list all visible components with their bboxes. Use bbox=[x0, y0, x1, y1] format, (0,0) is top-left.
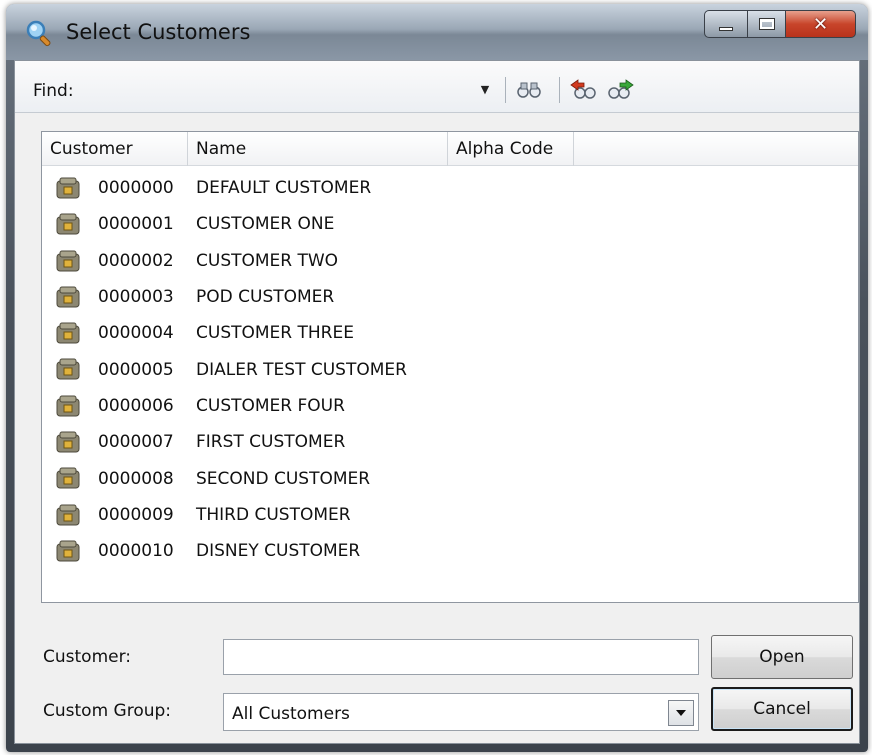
customer-icon bbox=[56, 504, 80, 526]
table-row[interactable]: 0000006 CUSTOMER FOUR bbox=[42, 388, 858, 424]
find-next-button[interactable] bbox=[607, 78, 635, 102]
customer-input[interactable] bbox=[223, 639, 699, 675]
custom-group-label: Custom Group: bbox=[43, 701, 172, 721]
title-bar[interactable]: Select Customers ✕ bbox=[6, 4, 868, 60]
customer-name: CUSTOMER FOUR bbox=[196, 395, 345, 416]
custom-group-select[interactable]: All Customers bbox=[223, 693, 699, 731]
find-previous-button[interactable] bbox=[569, 78, 597, 102]
list-header: Customer Name Alpha Code bbox=[42, 132, 858, 166]
find-binoculars-button[interactable] bbox=[515, 78, 543, 102]
table-row[interactable]: 0000002 CUSTOMER TWO bbox=[42, 243, 858, 279]
column-header-customer[interactable]: Customer bbox=[42, 132, 188, 166]
close-icon: ✕ bbox=[812, 13, 829, 35]
customer-code: 0000007 bbox=[98, 432, 174, 453]
table-row[interactable]: 0000007 FIRST CUSTOMER bbox=[42, 424, 858, 460]
customer-list[interactable]: Customer Name Alpha Code 0000000 DEFAULT … bbox=[41, 131, 859, 603]
maximize-button[interactable] bbox=[748, 10, 786, 38]
customer-icon bbox=[56, 540, 80, 562]
customer-code: 0000001 bbox=[98, 214, 174, 235]
minimize-icon bbox=[719, 27, 733, 31]
find-dropdown-arrow-icon[interactable]: ▼ bbox=[477, 83, 493, 99]
toolbar-separator bbox=[505, 77, 506, 103]
table-row[interactable]: 0000000 DEFAULT CUSTOMER bbox=[42, 170, 858, 206]
table-row[interactable]: 0000005 DIALER TEST CUSTOMER bbox=[42, 351, 858, 387]
binoculars-icon bbox=[517, 82, 541, 98]
customer-name: CUSTOMER ONE bbox=[196, 214, 335, 235]
customer-name: DIALER TEST CUSTOMER bbox=[196, 359, 407, 380]
customer-name: CUSTOMER THREE bbox=[196, 323, 354, 344]
select-customers-window: Select Customers ✕ Find: ▼ Customer Name… bbox=[6, 4, 868, 752]
customer-icon bbox=[56, 467, 80, 489]
customer-code: 0000006 bbox=[98, 395, 174, 416]
customer-icon bbox=[56, 177, 80, 199]
customer-code: 0000004 bbox=[98, 323, 174, 344]
customer-name: FIRST CUSTOMER bbox=[196, 432, 346, 453]
maximize-icon bbox=[758, 18, 775, 30]
chevron-down-icon bbox=[676, 710, 686, 716]
table-row[interactable]: 0000001 CUSTOMER ONE bbox=[42, 206, 858, 242]
window-title: Select Customers bbox=[66, 20, 251, 44]
customer-name: THIRD CUSTOMER bbox=[196, 504, 351, 525]
minimize-button[interactable] bbox=[704, 10, 748, 38]
find-toolbar: Find: ▼ bbox=[15, 61, 859, 113]
customer-icon bbox=[56, 431, 80, 453]
customer-icon bbox=[56, 286, 80, 308]
column-header-alpha-code[interactable]: Alpha Code bbox=[448, 132, 574, 166]
caption-buttons: ✕ bbox=[704, 10, 856, 40]
toolbar-separator bbox=[559, 77, 560, 103]
customer-name: DEFAULT CUSTOMER bbox=[196, 178, 372, 199]
dialog-client-area: Find: ▼ Customer Name Alpha Code 0000000… bbox=[14, 60, 860, 744]
find-next-icon bbox=[608, 79, 634, 99]
table-row[interactable]: 0000003 POD CUSTOMER bbox=[42, 279, 858, 315]
customer-name: DISNEY CUSTOMER bbox=[196, 541, 361, 562]
find-input[interactable] bbox=[99, 77, 479, 105]
table-row[interactable]: 0000010 DISNEY CUSTOMER bbox=[42, 533, 858, 569]
cancel-button[interactable]: Cancel bbox=[711, 687, 853, 731]
column-header-name[interactable]: Name bbox=[188, 132, 448, 166]
list-rows: 0000000 DEFAULT CUSTOMER 0000001 CUSTOMER O… bbox=[42, 170, 858, 569]
customer-icon bbox=[56, 395, 80, 417]
customer-icon bbox=[56, 322, 80, 344]
customer-code: 0000010 bbox=[98, 541, 174, 562]
customer-icon bbox=[56, 213, 80, 235]
customer-code: 0000003 bbox=[98, 287, 174, 308]
custom-group-value: All Customers bbox=[232, 704, 350, 724]
find-label: Find: bbox=[33, 81, 74, 101]
customer-code: 0000009 bbox=[98, 504, 174, 525]
customer-label: Customer: bbox=[43, 647, 132, 667]
find-previous-icon bbox=[570, 79, 596, 99]
customer-icon bbox=[56, 250, 80, 272]
search-icon bbox=[26, 20, 51, 47]
dropdown-arrow-button[interactable] bbox=[668, 700, 694, 726]
customer-name: SECOND CUSTOMER bbox=[196, 468, 371, 489]
customer-name: POD CUSTOMER bbox=[196, 287, 335, 308]
table-row[interactable]: 0000004 CUSTOMER THREE bbox=[42, 315, 858, 351]
customer-icon bbox=[56, 358, 80, 380]
customer-name: CUSTOMER TWO bbox=[196, 250, 339, 271]
customer-code: 0000000 bbox=[98, 178, 174, 199]
table-row[interactable]: 0000008 SECOND CUSTOMER bbox=[42, 460, 858, 496]
customer-code: 0000002 bbox=[98, 250, 174, 271]
customer-code: 0000005 bbox=[98, 359, 174, 380]
customer-code: 0000008 bbox=[98, 468, 174, 489]
close-button[interactable]: ✕ bbox=[786, 10, 856, 38]
open-button[interactable]: Open bbox=[711, 635, 853, 679]
table-row[interactable]: 0000009 THIRD CUSTOMER bbox=[42, 497, 858, 533]
